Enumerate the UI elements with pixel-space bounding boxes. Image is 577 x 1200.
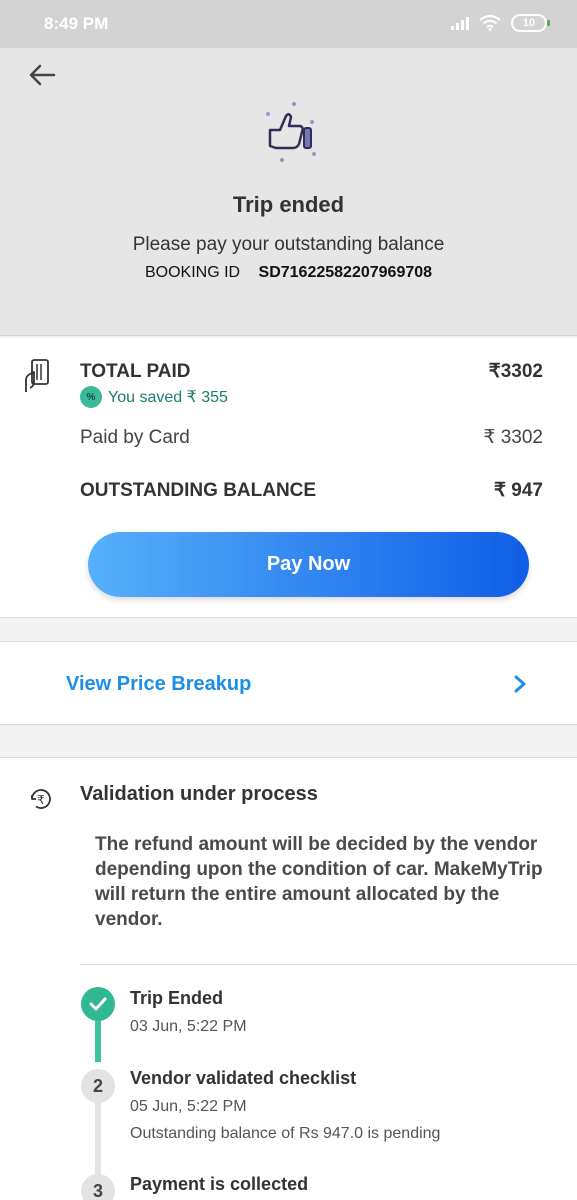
battery-level: 10 — [522, 17, 536, 29]
status-bar: 8:49 PM 10 — [0, 0, 577, 48]
total-paid-value: ₹3302 — [488, 361, 543, 382]
pay-now-button[interactable]: Pay Now — [88, 532, 529, 597]
step-title: Payment is collected — [130, 1174, 309, 1194]
checkmark-icon — [89, 997, 107, 1011]
refund-rupee-icon: ₹ — [31, 789, 51, 809]
outstanding-message: Please pay your outstanding balance — [132, 234, 445, 255]
trip-header: Trip ended Please pay your outstanding b… — [0, 48, 577, 336]
status-icons: 10 — [451, 14, 550, 32]
paid-by-card-value: ₹ 3302 — [483, 427, 543, 448]
signal-icon — [451, 16, 469, 30]
total-paid-label: TOTAL PAID — [80, 360, 191, 382]
step-number: 3 — [81, 1174, 115, 1200]
booking-id-label: BOOKING ID — [144, 264, 241, 281]
price-breakup-label: View Price Breakup — [66, 673, 252, 695]
step-number: 2 — [81, 1069, 115, 1103]
back-button[interactable] — [24, 60, 60, 90]
savings-text: You saved ₹ 355 — [108, 389, 228, 406]
svg-text:₹: ₹ — [37, 793, 45, 807]
step-complete-check-icon — [81, 987, 115, 1021]
page-title: Trip ended — [232, 192, 345, 217]
paid-by-card-row: Paid by Card ₹ 3302 — [80, 426, 543, 449]
total-paid-row: TOTAL PAID ₹3302 — [80, 360, 543, 383]
divider — [80, 964, 577, 965]
step-note: Outstanding balance of Rs 947.0 is pendi… — [130, 1125, 441, 1142]
outstanding-balance-label: OUTSTANDING BALANCE — [80, 479, 317, 501]
payment-summary-card: TOTAL PAID ₹3302 % You saved ₹ 355 Paid … — [0, 338, 577, 618]
paid-by-card-label: Paid by Card — [80, 426, 190, 448]
booking-id: BOOKING ID SD71622582207969708 — [0, 264, 577, 282]
validation-title: Validation under process — [80, 783, 318, 805]
step-title: Trip Ended — [130, 988, 224, 1008]
card-payment-icon — [25, 359, 49, 392]
wifi-icon — [479, 15, 501, 31]
outstanding-balance-row: OUTSTANDING BALANCE ₹ 947 — [80, 479, 543, 502]
battery-icon: 10 — [511, 14, 550, 32]
outstanding-balance-value: ₹ 947 — [493, 480, 543, 501]
savings-row: % You saved ₹ 355 — [80, 386, 228, 408]
view-price-breakup-link[interactable]: View Price Breakup — [0, 641, 577, 725]
step-date: 03 Jun, 5:22 PM — [130, 1018, 247, 1035]
step-title: Vendor validated checklist — [130, 1068, 357, 1088]
thumbs-up-icon — [266, 102, 316, 162]
step-date: 05 Jun, 5:22 PM — [130, 1098, 247, 1115]
discount-badge-icon: % — [80, 386, 102, 408]
validation-section: ₹ Validation under process The refund am… — [0, 757, 577, 1200]
chevron-right-icon — [514, 675, 526, 693]
status-time: 8:49 PM — [44, 14, 109, 33]
back-arrow-icon — [29, 64, 56, 86]
booking-id-value: SD71622582207969708 — [258, 264, 433, 281]
validation-description: The refund amount will be decided by the… — [95, 834, 543, 930]
